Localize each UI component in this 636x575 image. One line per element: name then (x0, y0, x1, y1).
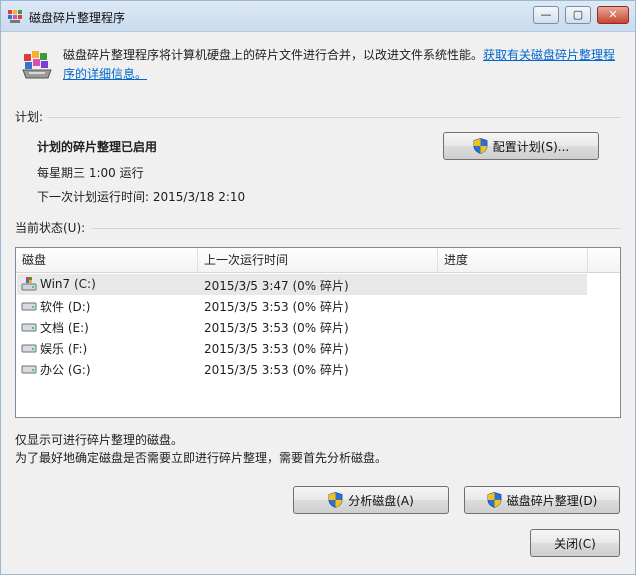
configure-schedule-label: 配置计划(S)... (492, 139, 570, 154)
hard-drive-icon (21, 365, 37, 374)
analyze-disk-label: 分析磁盘(A) (348, 493, 414, 508)
disk-row[interactable]: 文档 (E:) 2015/3/5 3:53 (0% 碎片) (17, 316, 587, 337)
disk-row[interactable]: 软件 (D:) 2015/3/5 3:53 (0% 碎片) (17, 295, 587, 316)
uac-shield-icon (487, 492, 502, 508)
schedule-next-run: 下一次计划运行时间: 2015/3/18 2:10 (37, 190, 246, 204)
maximize-button[interactable]: ▢ (565, 6, 591, 24)
disk-last-run: 2015/3/5 3:53 (0% 碎片) (204, 300, 349, 314)
status-divider (91, 228, 621, 229)
defrag-window: 磁盘碎片整理程序 — ▢ ✕ 磁盘碎片整理程序将计算机硬盘上的碎片文件进行合并，… (0, 0, 636, 575)
window-title: 磁盘碎片整理程序 (29, 11, 126, 25)
column-header-progress[interactable]: 进度 (438, 248, 588, 272)
footer-note-1: 仅显示可进行碎片整理的磁盘。 (15, 433, 184, 447)
description: 磁盘碎片整理程序将计算机硬盘上的碎片文件进行合并，以改进文件系统性能。获取有关磁… (63, 46, 619, 84)
disk-list-header: 磁盘 上一次运行时间 进度 (16, 248, 620, 273)
defragment-disk-button[interactable]: 磁盘碎片整理(D) (464, 486, 620, 514)
disk-name: 软件 (D:) (40, 300, 91, 314)
description-text: 磁盘碎片整理程序将计算机硬盘上的碎片文件进行合并，以改进文件系统性能。 (63, 48, 484, 62)
disk-row[interactable]: 办公 (G:) 2015/3/5 3:53 (0% 碎片) (17, 358, 587, 379)
hard-drive-icon (21, 302, 37, 311)
disk-name: 办公 (G:) (40, 363, 91, 377)
schedule-group-label: 计划: (15, 110, 44, 124)
disk-last-run: 2015/3/5 3:53 (0% 碎片) (204, 363, 349, 377)
status-group-label: 当前状态(U): (15, 221, 86, 235)
defrag-app-icon (8, 10, 22, 23)
uac-shield-icon (473, 138, 488, 154)
title-bar[interactable]: 磁盘碎片整理程序 — ▢ ✕ (1, 1, 635, 32)
disk-last-run: 2015/3/5 3:47 (0% 碎片) (204, 279, 349, 293)
hard-drive-icon (21, 323, 37, 332)
minimize-button[interactable]: — (533, 6, 559, 24)
column-header-disk[interactable]: 磁盘 (16, 248, 198, 272)
configure-schedule-button[interactable]: 配置计划(S)... (443, 132, 599, 160)
defragment-disk-label: 磁盘碎片整理(D) (506, 493, 598, 508)
disk-name: 文档 (E:) (40, 321, 89, 335)
analyze-disk-button[interactable]: 分析磁盘(A) (293, 486, 449, 514)
close-button[interactable]: 关闭(C) (530, 529, 620, 557)
disk-row[interactable]: Win7 (C:) 2015/3/5 3:47 (0% 碎片) (17, 274, 587, 295)
disk-last-run: 2015/3/5 3:53 (0% 碎片) (204, 342, 349, 356)
close-button-label: 关闭(C) (554, 536, 596, 551)
disk-list[interactable]: 磁盘 上一次运行时间 进度 Win7 (C:) 2015/3/5 3:47 (0… (15, 247, 621, 418)
schedule-frequency: 每星期三 1:00 运行 (37, 166, 144, 180)
column-header-last-run[interactable]: 上一次运行时间 (198, 248, 438, 272)
disk-row[interactable]: 娱乐 (F:) 2015/3/5 3:53 (0% 碎片) (17, 337, 587, 358)
close-window-button[interactable]: ✕ (597, 6, 629, 24)
system-drive-icon (21, 277, 37, 291)
disk-last-run: 2015/3/5 3:53 (0% 碎片) (204, 321, 349, 335)
uac-shield-icon (328, 492, 343, 508)
footer-note-2: 为了最好地确定磁盘是否需要立即进行碎片整理，需要首先分析磁盘。 (15, 451, 388, 465)
hard-drive-icon (21, 344, 37, 353)
defrag-large-icon (22, 51, 52, 79)
schedule-divider (47, 117, 621, 118)
schedule-enabled-text: 计划的碎片整理已启用 (37, 140, 158, 154)
disk-name: Win7 (C:) (40, 277, 96, 291)
disk-name: 娱乐 (F:) (40, 342, 88, 356)
